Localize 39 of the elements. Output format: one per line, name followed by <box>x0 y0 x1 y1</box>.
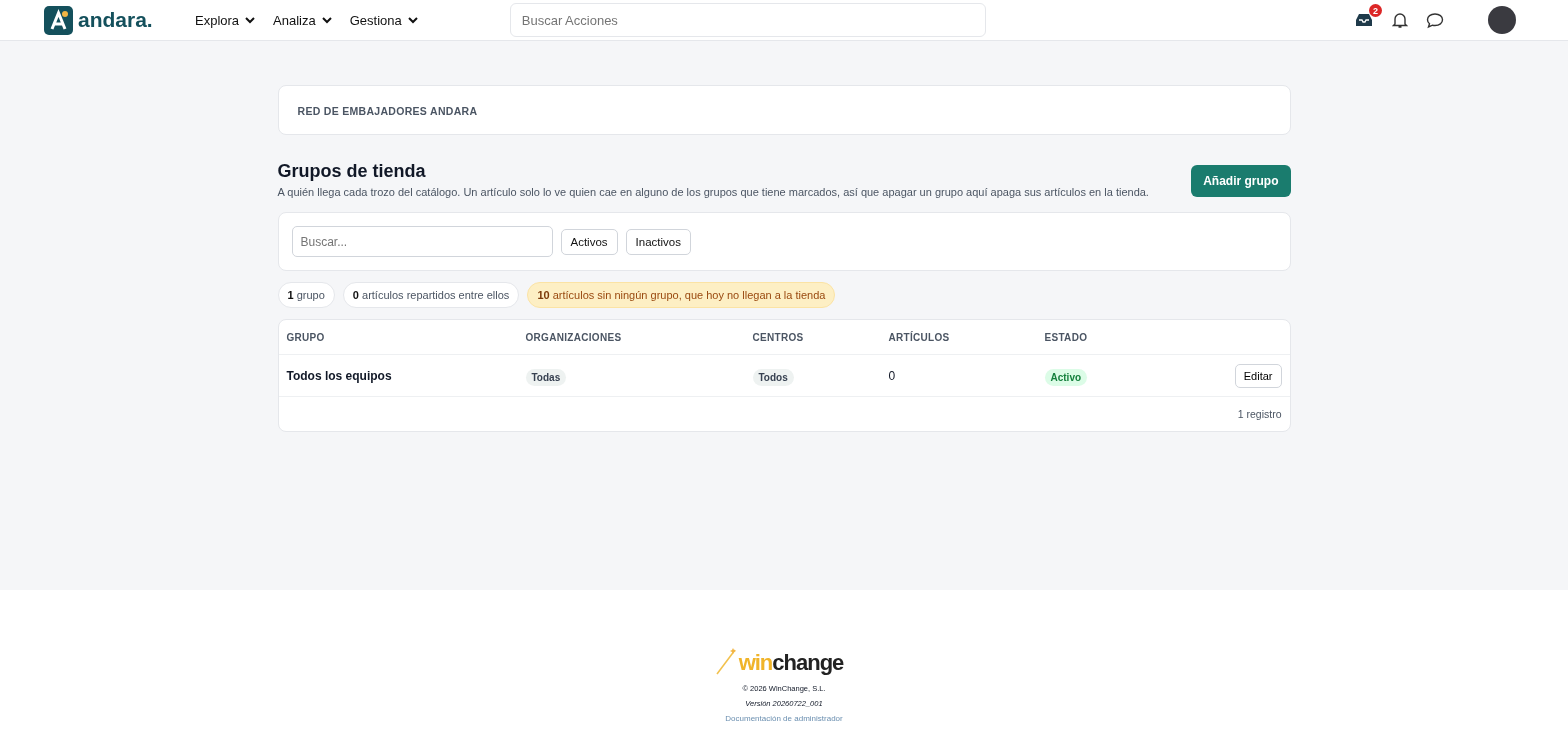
column-header: CENTROS <box>752 331 805 343</box>
breadcrumb: RED DE EMBAJADORES ANDARA <box>297 105 478 117</box>
page-description: A quién llega cada trozo del catálogo. Un artículo solo lo ve quien cae en alguno de los grupos que tiene marcados, así que apagar un grupo aquí apaga sus artículos en la tienda. <box>277 186 1149 198</box>
chat-bubble-icon[interactable] <box>1426 11 1444 29</box>
chevron-down-icon <box>245 16 256 24</box>
column-header: ORGANIZACIONES <box>525 331 623 343</box>
bell-icon[interactable] <box>1392 11 1408 29</box>
record-count: 1 registro <box>1237 408 1282 420</box>
column-header: ARTÍCULOS <box>888 331 951 343</box>
filter-button[interactable]: Inactivos <box>625 228 691 255</box>
nav-menu[interactable]: Gestiona <box>349 12 418 28</box>
tag: Todos <box>752 368 794 386</box>
table-cell-text: Todos los equipos <box>286 368 393 383</box>
inbox-icon[interactable] <box>1354 12 1374 28</box>
add-group-button[interactable]: Añadir grupo <box>1191 165 1291 197</box>
notification-badge: 2 <box>1369 4 1382 17</box>
filter-button[interactable]: Activos <box>560 228 618 255</box>
status-badge: Activo <box>1044 368 1088 386</box>
avatar[interactable] <box>1488 6 1516 34</box>
column-header: GRUPO <box>286 331 326 343</box>
nav-menu[interactable]: Explora <box>195 12 256 28</box>
search-field[interactable]: Buscar... <box>291 226 553 257</box>
logo-text[interactable]: andara. <box>78 8 153 32</box>
edit-button[interactable]: Editar <box>1234 363 1282 388</box>
logo-icon[interactable] <box>44 5 73 35</box>
page-title: Grupos de tienda <box>277 161 427 182</box>
column-header: ESTADO <box>1044 331 1089 343</box>
documentation-link[interactable]: Documentación de administrador <box>725 714 843 723</box>
search-field[interactable]: Buscar Acciones <box>509 3 986 37</box>
wand-icon <box>714 646 739 676</box>
nav-menu[interactable]: Analiza <box>273 12 332 28</box>
chevron-down-icon <box>407 16 418 24</box>
stat-pill: 10 artículos sin ningún grupo, que hoy no llegan a la tienda <box>527 282 836 308</box>
tag: Todas <box>525 368 567 386</box>
table-cell-text: 0 <box>888 368 897 383</box>
brand-logo-text: winchange <box>738 650 844 676</box>
stat-pill: 0 artículos repartidos entre ellos <box>342 282 520 308</box>
chevron-down-icon <box>321 16 332 24</box>
stat-pill: 1 grupo <box>277 282 335 308</box>
